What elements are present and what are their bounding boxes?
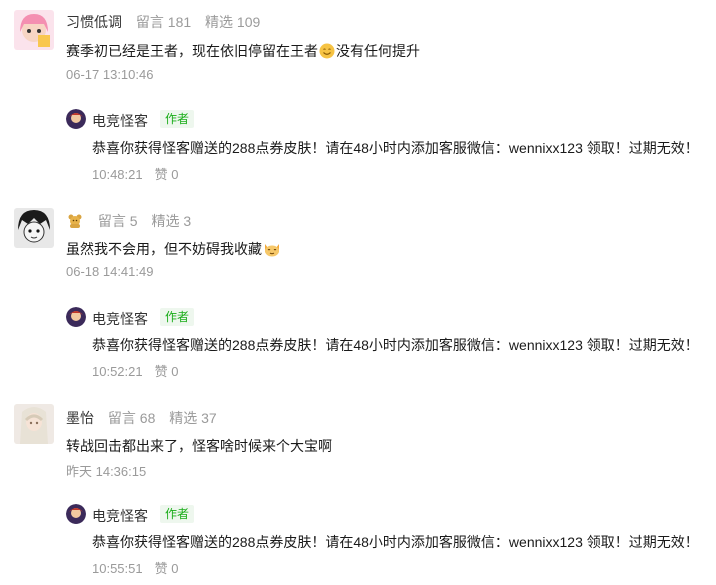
like-button[interactable]: 赞 0 bbox=[155, 561, 179, 576]
comment-time: 06-17 13:10:46 bbox=[66, 67, 154, 82]
author-name[interactable]: 电竞怪客 bbox=[92, 309, 148, 329]
comment-text: 赛季初已经是王者，现在依旧停留在王者 没有任何提升 bbox=[66, 41, 420, 62]
author-avatar[interactable] bbox=[66, 307, 86, 327]
comment-meta: 习惯低调 留言 181 精选 109 bbox=[66, 12, 270, 32]
comments-count: 留言 68 bbox=[107, 410, 156, 426]
featured-count: 精选 109 bbox=[205, 14, 261, 30]
cat-emoji-icon bbox=[263, 241, 281, 260]
featured-count: 精选 37 bbox=[169, 410, 217, 426]
avatar[interactable] bbox=[14, 404, 54, 444]
comments-count: 留言 5 bbox=[97, 213, 138, 229]
avatar[interactable] bbox=[14, 10, 54, 50]
comment-time: 06-18 14:41:49 bbox=[66, 264, 154, 279]
like-button[interactable]: 赞 0 bbox=[155, 364, 179, 379]
like-button[interactable]: 赞 0 bbox=[155, 167, 179, 182]
nickname[interactable]: 习惯低调 bbox=[66, 14, 122, 30]
reply-meta: 10:55:51 赞 0 bbox=[92, 558, 178, 577]
comment-text: 虽然我不会用，但不妨碍我收藏 bbox=[66, 239, 282, 260]
reply-time: 10:48:21 bbox=[92, 167, 143, 182]
teddy-bear-icon bbox=[67, 213, 83, 232]
nickname[interactable]: 墨怡 bbox=[66, 410, 94, 426]
author-avatar[interactable] bbox=[66, 504, 86, 524]
reply-time: 10:52:21 bbox=[92, 364, 143, 379]
comment-meta: 留言 5 精选 3 bbox=[66, 211, 201, 232]
author-avatar[interactable] bbox=[66, 109, 86, 129]
reply-text: 恭喜你获得怪客赠送的288点券皮肤！请在48小时内添加客服微信：wennixx1… bbox=[92, 337, 699, 353]
author-badge: 作者 bbox=[160, 110, 195, 128]
comment-text: 转战回击都出来了，怪客啥时候来个大宝啊 bbox=[66, 438, 332, 454]
reply-text: 恭喜你获得怪客赠送的288点券皮肤！请在48小时内添加客服微信：wennixx1… bbox=[92, 534, 699, 550]
author-badge: 作者 bbox=[160, 505, 195, 523]
reply-meta: 10:48:21 赞 0 bbox=[92, 164, 178, 183]
author-name[interactable]: 电竞怪客 bbox=[92, 506, 148, 526]
avatar[interactable] bbox=[14, 208, 54, 248]
reply-time: 10:55:51 bbox=[92, 561, 143, 576]
reply-text: 恭喜你获得怪客赠送的288点券皮肤！请在48小时内添加客服微信：wennixx1… bbox=[92, 140, 699, 156]
comment-time: 昨天 14:36:15 bbox=[66, 464, 147, 479]
comments-count: 留言 181 bbox=[135, 14, 192, 30]
author-name[interactable]: 电竞怪客 bbox=[92, 111, 148, 131]
featured-count: 精选 3 bbox=[151, 213, 192, 229]
comment-meta: 墨怡 留言 68 精选 37 bbox=[66, 408, 227, 428]
nickname[interactable] bbox=[66, 213, 84, 229]
reply-meta: 10:52:21 赞 0 bbox=[92, 361, 178, 380]
smile-emoji-icon bbox=[319, 43, 335, 62]
author-badge: 作者 bbox=[160, 308, 195, 326]
